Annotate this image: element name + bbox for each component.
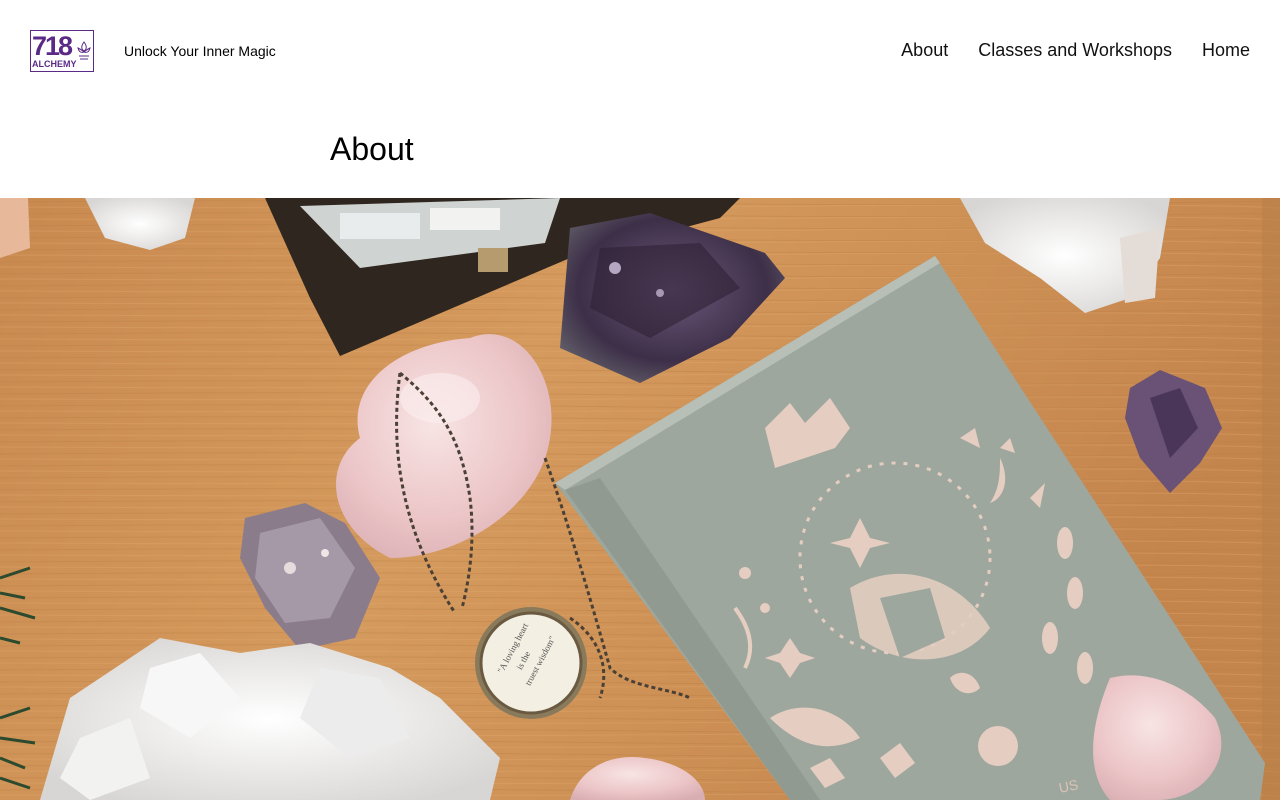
crystals-notebook-photo: US "A loving heart is the truest wisdom" xyxy=(0,198,1280,800)
logo-number: 718 xyxy=(32,31,73,61)
site-header: 718 ALCHEMY Unlock Your Inner Magic Abou… xyxy=(0,0,1280,100)
nav-item-classes-and-workshops[interactable]: Classes and Workshops xyxy=(978,39,1172,61)
nav-item-about[interactable]: About xyxy=(901,39,948,61)
logo-word: ALCHEMY xyxy=(32,59,77,69)
nav-item-home[interactable]: Home xyxy=(1202,39,1250,61)
primary-nav: About Classes and Workshops Home xyxy=(901,39,1250,61)
page-title: About xyxy=(330,131,414,167)
site-tagline: Unlock Your Inner Magic xyxy=(124,43,276,59)
site-logo[interactable]: 718 ALCHEMY xyxy=(30,30,94,72)
lotus-icon xyxy=(77,41,91,60)
hero-image: US "A loving heart is the truest wisdom" xyxy=(0,198,1280,800)
